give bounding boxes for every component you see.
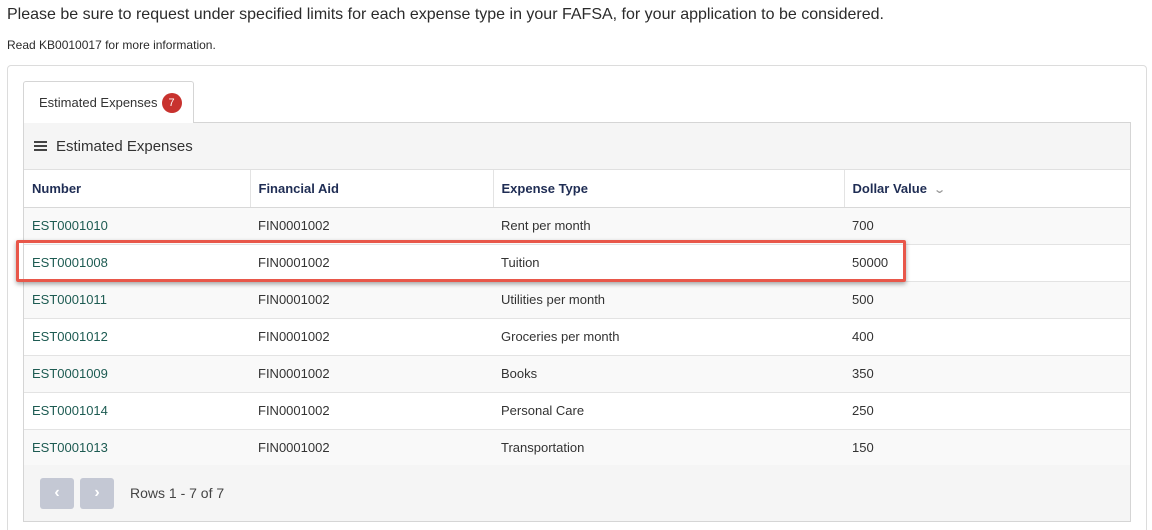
table-row[interactable]: EST0001010 FIN0001002 Rent per month 700 bbox=[24, 207, 1130, 245]
expense-type-cell: Books bbox=[493, 355, 844, 393]
table-row[interactable]: EST0001009 FIN0001002 Books 350 bbox=[24, 355, 1130, 393]
estimated-expenses-list: Estimated Expenses Number Financial Aid … bbox=[23, 122, 1131, 522]
table-row[interactable]: EST0001012 FIN0001002 Groceries per month 4… bbox=[24, 318, 1130, 356]
notice-text: Please be sure to request under specifie… bbox=[7, 6, 884, 23]
hamburger-menu-icon[interactable] bbox=[34, 139, 47, 153]
dollar-value-cell: 250 bbox=[844, 392, 1130, 430]
dollar-value-cell: 500 bbox=[844, 281, 1130, 319]
list-title: Estimated Expenses bbox=[56, 137, 193, 155]
record-number-link[interactable]: EST0001011 bbox=[32, 292, 107, 307]
table-header-row: Number Financial Aid Expense Type Dollar… bbox=[24, 170, 1130, 208]
financial-aid-cell: FIN0001002 bbox=[250, 318, 493, 356]
financial-aid-cell: FIN0001002 bbox=[250, 207, 493, 245]
record-number-link[interactable]: EST0001010 bbox=[32, 218, 108, 233]
prev-page-button[interactable]: ‹ bbox=[40, 477, 74, 509]
record-number-link[interactable]: EST0001009 bbox=[32, 366, 108, 381]
record-number-link[interactable]: EST0001014 bbox=[32, 403, 108, 418]
next-page-button[interactable]: › bbox=[80, 477, 114, 509]
dollar-value-cell: 350 bbox=[844, 355, 1130, 393]
financial-aid-cell: FIN0001002 bbox=[250, 244, 493, 282]
dollar-value-cell: 700 bbox=[844, 207, 1130, 245]
dollar-value-cell: 150 bbox=[844, 429, 1130, 467]
financial-aid-cell: FIN0001002 bbox=[250, 355, 493, 393]
financial-aid-cell: FIN0001002 bbox=[250, 392, 493, 430]
expense-type-cell: Tuition bbox=[493, 244, 844, 282]
record-number-link[interactable]: EST0001012 bbox=[32, 329, 108, 344]
table-row[interactable]: EST0001013 FIN0001002 Transportation 150 bbox=[24, 429, 1130, 467]
chevron-left-icon: ‹ bbox=[54, 484, 60, 501]
number-cell: EST0001014 bbox=[24, 392, 250, 430]
dollar-value-cell: 400 bbox=[844, 318, 1130, 356]
pagination-footer: ‹ › Rows 1 - 7 of 7 bbox=[24, 465, 1130, 521]
kb-notice-text: Read KB0010017 for more information. bbox=[7, 38, 216, 52]
number-cell: EST0001012 bbox=[24, 318, 250, 356]
chevron-right-icon: › bbox=[94, 484, 100, 501]
chevron-down-icon[interactable]: ⌄ bbox=[933, 183, 946, 196]
column-header-financial-aid[interactable]: Financial Aid bbox=[250, 170, 494, 208]
table-row[interactable]: EST0001014 FIN0001002 Personal Care 250 bbox=[24, 392, 1130, 430]
expenses-table: Number Financial Aid Expense Type Dollar… bbox=[24, 170, 1130, 467]
expense-type-cell: Rent per month bbox=[493, 207, 844, 245]
expense-type-cell: Utilities per month bbox=[493, 281, 844, 319]
dollar-value-cell: 50000 bbox=[844, 244, 1130, 282]
table-row[interactable]: EST0001011 FIN0001002 Utilities per month 5… bbox=[24, 281, 1130, 319]
expense-type-cell: Transportation bbox=[493, 429, 844, 467]
expense-type-cell: Personal Care bbox=[493, 392, 844, 430]
number-cell: EST0001008 bbox=[24, 244, 250, 282]
financial-aid-cell: FIN0001002 bbox=[250, 281, 493, 319]
rows-count-text: Rows 1 - 7 of 7 bbox=[130, 485, 225, 501]
number-cell: EST0001010 bbox=[24, 207, 250, 245]
tab-label: Estimated Expenses bbox=[39, 95, 158, 110]
number-cell: EST0001013 bbox=[24, 429, 250, 467]
financial-aid-cell: FIN0001002 bbox=[250, 429, 493, 467]
column-header-dollar-value[interactable]: Dollar Value ⌄ bbox=[844, 170, 1130, 208]
number-cell: EST0001009 bbox=[24, 355, 250, 393]
column-header-number[interactable]: Number bbox=[24, 170, 251, 208]
count-badge: 7 bbox=[161, 92, 182, 113]
number-cell: EST0001011 bbox=[24, 281, 250, 319]
expense-type-cell: Groceries per month bbox=[493, 318, 844, 356]
tab-estimated-expenses[interactable]: Estimated Expenses 7 bbox=[23, 81, 194, 123]
table-row[interactable]: EST0001008 FIN0001002 Tuition 50000 bbox=[24, 244, 1130, 282]
record-number-link[interactable]: EST0001008 bbox=[32, 255, 108, 270]
list-header: Estimated Expenses bbox=[24, 123, 1130, 170]
record-number-link[interactable]: EST0001013 bbox=[32, 440, 108, 455]
column-header-expense-type[interactable]: Expense Type bbox=[493, 170, 845, 208]
